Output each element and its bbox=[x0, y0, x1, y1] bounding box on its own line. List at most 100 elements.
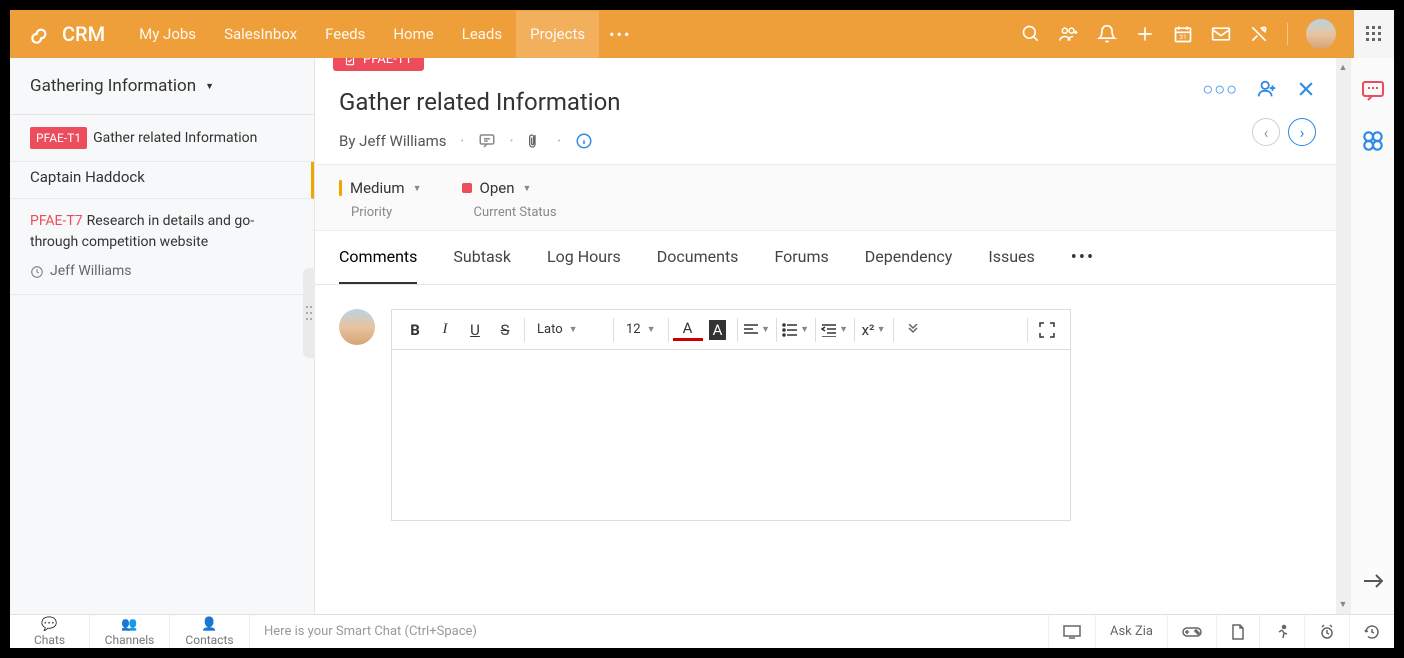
task-chip-label: PFAE-T1 bbox=[363, 58, 412, 67]
tab-subtask[interactable]: Subtask bbox=[453, 231, 511, 284]
bb-channels[interactable]: 👥Channels bbox=[90, 615, 170, 648]
calendar-icon[interactable]: 31 bbox=[1173, 24, 1193, 44]
tab-documents[interactable]: Documents bbox=[657, 231, 739, 284]
bb-contacts[interactable]: 👤Contacts bbox=[170, 615, 250, 648]
next-task-button[interactable]: › bbox=[1288, 118, 1316, 146]
header-nav-arrows: ‹ › bbox=[1252, 118, 1316, 146]
search-icon[interactable] bbox=[1021, 24, 1041, 44]
indent-button[interactable]: ▼ bbox=[820, 315, 850, 345]
status-label: Current Status bbox=[462, 205, 557, 220]
priority-label: Priority bbox=[339, 205, 422, 220]
scroll-up-icon[interactable]: ▲ bbox=[1339, 62, 1348, 73]
tab-issues[interactable]: Issues bbox=[988, 231, 1034, 284]
nav-home[interactable]: Home bbox=[379, 11, 447, 58]
nav-items: My Jobs SalesInbox Feeds Home Leads Proj… bbox=[125, 11, 641, 58]
list-button[interactable]: ▼ bbox=[781, 315, 811, 345]
bb-chats[interactable]: 💬Chats bbox=[10, 615, 90, 648]
mail-icon[interactable] bbox=[1211, 24, 1231, 44]
priority-select[interactable]: Medium ▼ bbox=[339, 179, 422, 197]
attachment-icon[interactable] bbox=[527, 132, 543, 150]
scroll-down-icon[interactable]: ▼ bbox=[1339, 599, 1348, 610]
status-row: Medium ▼ Priority Open ▼ Current Status bbox=[315, 164, 1336, 231]
tab-forums[interactable]: Forums bbox=[774, 231, 828, 284]
people-icon[interactable] bbox=[1059, 24, 1079, 44]
user-avatar[interactable] bbox=[1306, 19, 1336, 49]
sidebar-item-2[interactable]: PFAE-T7Research in details and go-throug… bbox=[10, 199, 314, 295]
fontsize-select[interactable]: 12▼ bbox=[618, 322, 664, 337]
tabs-more-icon[interactable]: ••• bbox=[1071, 247, 1095, 268]
bb-page-icon[interactable] bbox=[1216, 615, 1259, 648]
close-icon[interactable] bbox=[1296, 79, 1316, 99]
sidebar-item-1-title: Gather related Information bbox=[93, 130, 257, 146]
editor-toolbar: B I U S Lato▼ 12▼ A A ▼ ▼ bbox=[392, 310, 1070, 350]
status-value: Open bbox=[480, 179, 515, 197]
tools-icon[interactable] bbox=[1249, 24, 1269, 44]
font-select[interactable]: Lato▼ bbox=[529, 322, 609, 337]
editor-body[interactable] bbox=[392, 350, 1070, 520]
top-nav: CRM My Jobs SalesInbox Feeds Home Leads … bbox=[10, 10, 1394, 58]
sidebar-item-owner: Jeff Williams bbox=[30, 261, 294, 282]
bold-button[interactable]: B bbox=[400, 315, 430, 345]
task-title: Gather related Information bbox=[339, 88, 1312, 116]
bb-running-icon[interactable] bbox=[1259, 615, 1304, 648]
chat-bubble-icon: 💬 bbox=[41, 617, 57, 632]
bb-ask-zia[interactable]: Ask Zia bbox=[1095, 615, 1167, 648]
underline-button[interactable]: U bbox=[460, 315, 490, 345]
priority-col: Medium ▼ Priority bbox=[339, 179, 422, 220]
rail-chat-icon[interactable] bbox=[1360, 78, 1386, 104]
smart-chat-input[interactable]: Here is your Smart Chat (Ctrl+Space) bbox=[250, 624, 1048, 639]
bell-icon[interactable] bbox=[1097, 24, 1117, 44]
bg-color-button[interactable]: A bbox=[703, 315, 733, 345]
expand-button[interactable] bbox=[1032, 315, 1062, 345]
tab-dependency[interactable]: Dependency bbox=[865, 231, 953, 284]
comment-avatar bbox=[339, 309, 375, 345]
nav-more-icon[interactable]: ••• bbox=[599, 11, 641, 58]
bb-gamepad-icon[interactable] bbox=[1167, 615, 1216, 648]
brand[interactable]: CRM bbox=[28, 21, 105, 47]
assign-user-icon[interactable] bbox=[1256, 78, 1278, 100]
more-actions-icon[interactable]: ○○○ bbox=[1202, 79, 1238, 100]
scrollbar[interactable]: ▲ ▼ bbox=[1336, 58, 1350, 614]
text-color-button[interactable]: A bbox=[673, 319, 703, 341]
bb-desktop-icon[interactable] bbox=[1048, 615, 1095, 648]
task-chip[interactable]: PFAE-T1 bbox=[333, 58, 424, 71]
tab-loghours[interactable]: Log Hours bbox=[547, 231, 621, 284]
nav-leads[interactable]: Leads bbox=[448, 11, 516, 58]
priority-value: Medium bbox=[350, 179, 405, 197]
status-indicator bbox=[462, 183, 472, 193]
apps-grid-icon[interactable] bbox=[1354, 10, 1394, 58]
nav-my-jobs[interactable]: My Jobs bbox=[125, 11, 210, 58]
main: PFAE-T1 Gather related Information By Je… bbox=[315, 58, 1336, 614]
sidebar-item-1[interactable]: PFAE-T1Gather related Information bbox=[10, 115, 314, 162]
italic-button[interactable]: I bbox=[430, 315, 460, 345]
nav-feeds[interactable]: Feeds bbox=[311, 11, 379, 58]
header-actions: ○○○ bbox=[1202, 78, 1316, 100]
nav-projects[interactable]: Projects bbox=[516, 11, 599, 58]
detail-header: PFAE-T1 Gather related Information By Je… bbox=[315, 58, 1336, 164]
bb-alarm-icon[interactable] bbox=[1304, 615, 1349, 648]
bb-history-icon[interactable] bbox=[1349, 615, 1394, 648]
more-format-button[interactable] bbox=[898, 315, 928, 345]
clock-icon bbox=[30, 265, 44, 279]
strike-button[interactable]: S bbox=[490, 315, 520, 345]
comment-icon[interactable] bbox=[478, 132, 496, 150]
align-button[interactable]: ▼ bbox=[742, 315, 772, 345]
chevron-down-icon: ▼ bbox=[523, 183, 532, 194]
nav-salesinbox[interactable]: SalesInbox bbox=[210, 11, 311, 58]
rail-expand-icon[interactable] bbox=[1360, 568, 1386, 594]
tab-comments[interactable]: Comments bbox=[339, 231, 417, 284]
status-select[interactable]: Open ▼ bbox=[462, 179, 557, 197]
sidebar-heading[interactable]: Gathering Information ▼ bbox=[10, 58, 314, 115]
sidebar-sub[interactable]: Captain Haddock bbox=[10, 162, 314, 199]
sidebar: Gathering Information ▼ PFAE-T1Gather re… bbox=[10, 58, 315, 614]
prev-task-button[interactable]: ‹ bbox=[1252, 118, 1280, 146]
superscript-button[interactable]: x²▼ bbox=[859, 315, 889, 345]
body: Gathering Information ▼ PFAE-T1Gather re… bbox=[10, 58, 1394, 614]
people-group-icon: 👥 bbox=[121, 617, 137, 632]
sidebar-collapse-handle[interactable] bbox=[303, 268, 315, 358]
rail-zia-icon[interactable] bbox=[1360, 128, 1386, 154]
info-icon[interactable] bbox=[575, 132, 593, 150]
plus-icon[interactable] bbox=[1135, 24, 1155, 44]
status-col: Open ▼ Current Status bbox=[462, 179, 557, 220]
bb-right: Ask Zia bbox=[1048, 615, 1394, 648]
